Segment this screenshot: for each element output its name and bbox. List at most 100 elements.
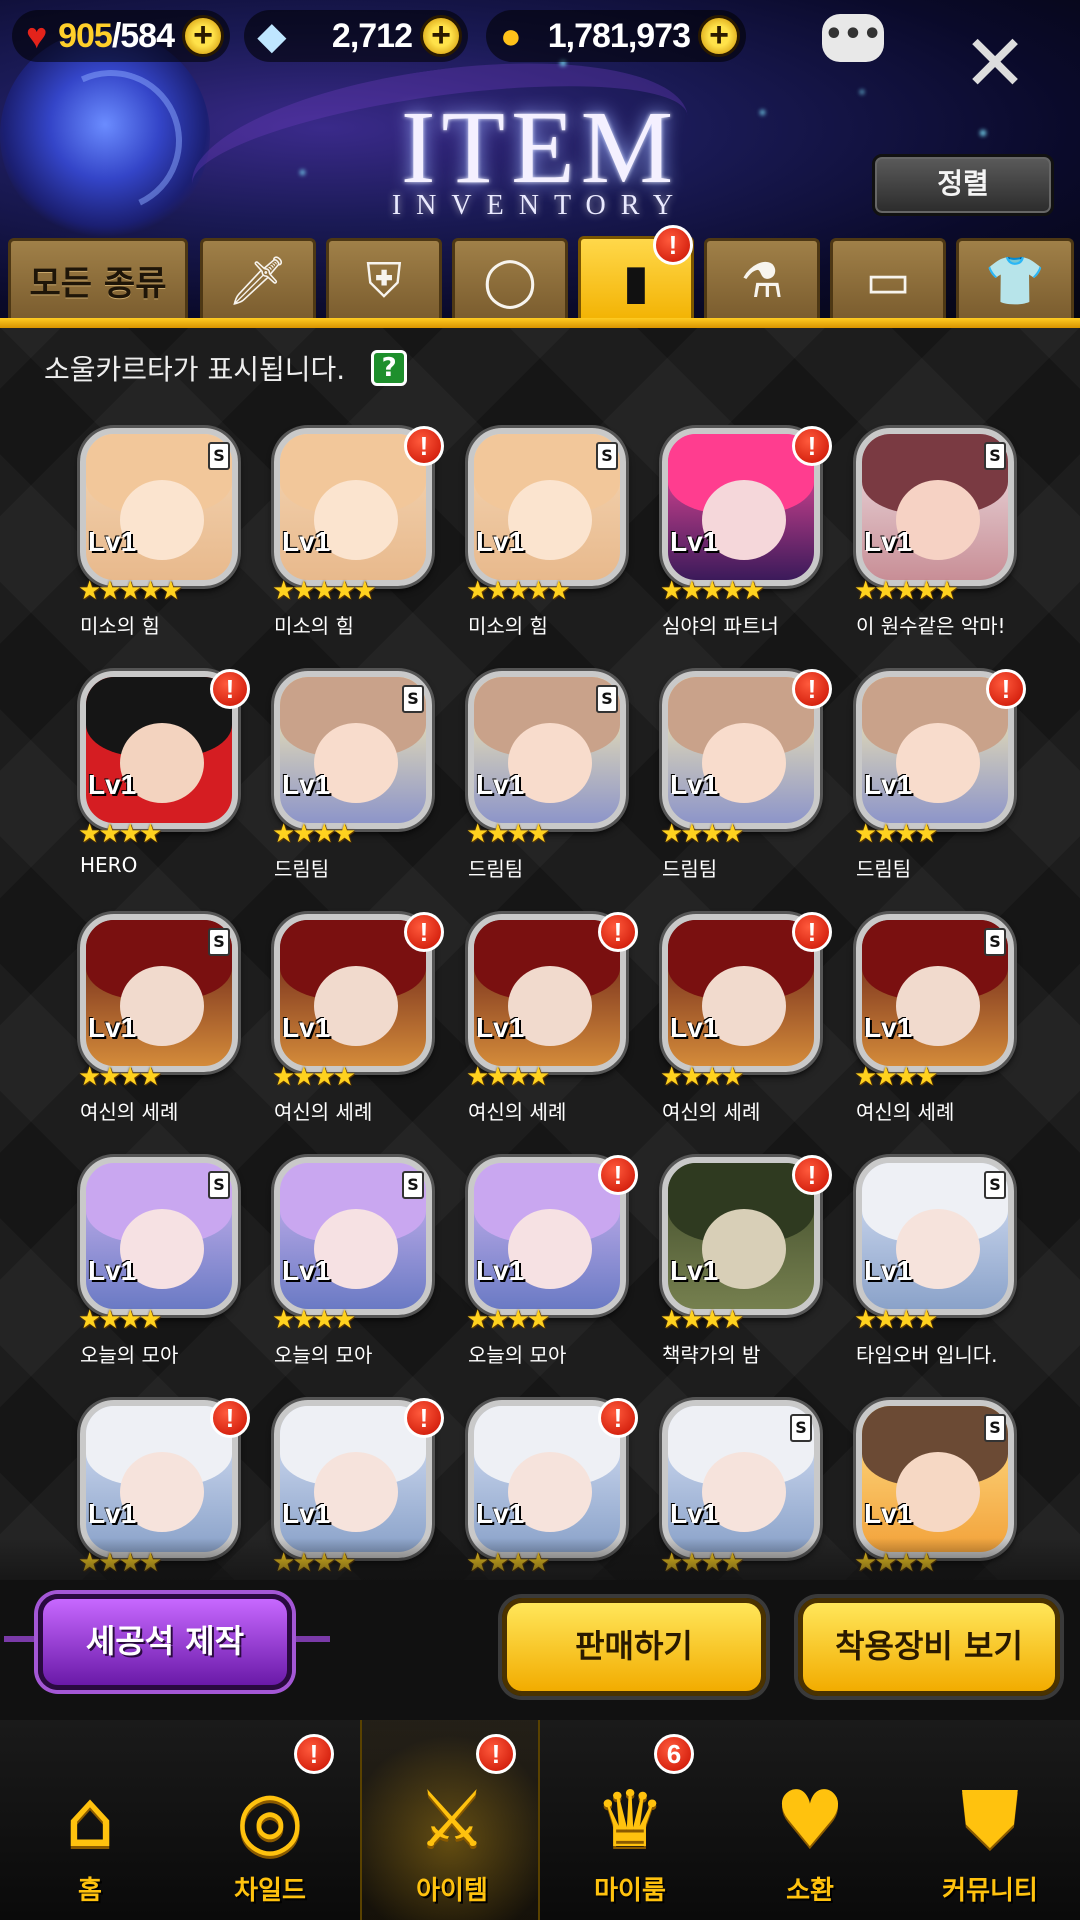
card-name: 오늘의 모아 (274, 1343, 373, 1367)
tab-weapon[interactable]: 🗡 (200, 238, 316, 320)
soul-card-item[interactable]: Lv1 S ★★★★★ 이 원수같은 악마! (850, 428, 1020, 648)
new-alert-badge: ! (404, 912, 444, 952)
bottom-nav: ⌂ 홈 ◎ 차일드 ! ⚔ 아이템 ! ♛ 마이룸 6 ♥ 소환 ⛊ 커뮤니티 (0, 1720, 1080, 1920)
tab-card[interactable]: ▭ (830, 238, 946, 320)
soul-card-item[interactable]: Lv1 ★★★★ 책략가의 밤! (656, 1155, 832, 1377)
soul-card-item[interactable]: Lv1 S ★★★★★ 미소의 힘 (462, 428, 632, 648)
soul-card-tag-icon: S (402, 685, 424, 713)
card-stars: ★★★★ (466, 819, 550, 849)
card-name: 이 원수같은 악마! (856, 614, 1006, 638)
nav-community[interactable]: ⛊ 커뮤니티 (900, 1720, 1080, 1920)
soul-card-item[interactable]: Lv1 ★★★★ 드림팀! (656, 669, 832, 891)
soul-card-item[interactable]: Lv1 ★★★★★ 심야의 파트너! (656, 426, 832, 648)
nav-myroom-label: 마이룸 (594, 1876, 666, 1906)
child-flame-icon: ◎ (235, 1775, 305, 1865)
gold-coin-icon: ● (500, 15, 522, 56)
card-stars: ★★★★★ (466, 576, 571, 606)
card-level: Lv1 (282, 1498, 331, 1529)
card-level: Lv1 (88, 1498, 137, 1529)
inventory-grid-area[interactable]: 소울카르타가 표시됩니다. ? Lv1 S ★★★★★ 미소의 힘 Lv1 ★★★★★ 미소… (0, 328, 1080, 1600)
new-alert-badge: ! (792, 1155, 832, 1195)
card-level: Lv1 (476, 526, 525, 557)
nav-myroom[interactable]: ♛ 마이룸 6 (540, 1720, 720, 1920)
soul-card-item[interactable]: Lv1 ★★★★★ 미소의 힘! (268, 426, 444, 648)
card-level: Lv1 (476, 1012, 525, 1043)
tab-accessory[interactable]: ◯ (452, 238, 568, 320)
card-level: Lv1 (670, 1255, 719, 1286)
stamina-max: /584 (111, 16, 175, 55)
add-gold-button[interactable]: + (698, 15, 740, 57)
category-tabs: 모든 종류 🗡 ⛨ ◯ ▮ ! ⚗ ▭ 👕 (0, 225, 1080, 328)
soul-card-tag-icon: S (984, 928, 1006, 956)
card-name: 타임오버 입니다. (856, 1343, 998, 1367)
soul-card-item[interactable]: Lv1 S ★★★★ 오늘의 모아 (74, 1157, 244, 1377)
sell-button[interactable]: 판매하기 (502, 1598, 766, 1696)
card-level: Lv1 (476, 769, 525, 800)
tab-armor[interactable]: ⛨ (326, 238, 442, 320)
gem-counter: ◆ 2,712 + (244, 10, 468, 62)
soul-card-item[interactable]: Lv1 ★★★★ HERO! (74, 669, 250, 891)
nav-item[interactable]: ⚔ 아이템 ! (360, 1720, 540, 1920)
card-name: 드림팀 (274, 857, 330, 881)
card-stars: ★★★★ (660, 819, 744, 849)
soul-card-item[interactable]: Lv1 S ★★★★ 드림팀 (268, 671, 438, 891)
chat-icon[interactable]: ••• (822, 14, 884, 62)
card-stars: ★★★★ (660, 1062, 744, 1092)
view-equipped-button[interactable]: 착용장비 보기 (798, 1598, 1060, 1696)
card-name: 오늘의 모아 (80, 1343, 179, 1367)
soul-card-item[interactable]: Lv1 S ★★★★ 오늘의 모아 (268, 1157, 438, 1377)
card-level: Lv1 (864, 1255, 913, 1286)
nav-item-label: 아이템 (416, 1876, 488, 1906)
card-level: Lv1 (864, 1498, 913, 1529)
gem-icon: ◆ (258, 15, 286, 56)
soul-card-item[interactable]: Lv1 ★★★★ 드림팀! (850, 669, 1026, 891)
nav-summon[interactable]: ♥ 소환 (720, 1720, 900, 1920)
info-text: 소울카르타가 표시됩니다. (44, 353, 346, 386)
soul-card-tag-icon: S (790, 1414, 812, 1442)
card-level: Lv1 (670, 526, 719, 557)
card-name: 미소의 힘 (80, 614, 160, 638)
item-sword-shield-icon: ⚔ (417, 1775, 487, 1865)
soul-card-item[interactable]: Lv1 ★★★★ 여신의 세례! (462, 912, 638, 1134)
soul-card-item[interactable]: Lv1 S ★★★★ 타임오버 입니다. (850, 1157, 1020, 1377)
tab-all-types[interactable]: 모든 종류 (8, 238, 188, 320)
card-stars: ★★★★ (78, 819, 162, 849)
card-stars: ★★★★ (272, 819, 356, 849)
soul-card-tag-icon: S (208, 928, 230, 956)
tab-consumable[interactable]: ⚗ (704, 238, 820, 320)
soul-card-tag-icon: S (596, 442, 618, 470)
card-stars: ★★★★ (660, 1305, 744, 1335)
nav-child-label: 차일드 (234, 1876, 306, 1906)
tab-costume[interactable]: 👕 (956, 238, 1074, 320)
soul-card-item[interactable]: Lv1 ★★★★ 여신의 세례! (268, 912, 444, 1134)
nav-home[interactable]: ⌂ 홈 (0, 1720, 180, 1920)
tab-soul-card[interactable]: ▮ ! (578, 225, 694, 324)
new-alert-badge: ! (792, 426, 832, 466)
craft-gem-button[interactable]: 세공석 제작 (38, 1594, 292, 1690)
gold-counter: ● 1,781,973 + (486, 10, 746, 62)
nav-child-alert: ! (294, 1734, 334, 1774)
card-level: Lv1 (282, 769, 331, 800)
card-level: Lv1 (88, 526, 137, 557)
soul-card-item[interactable]: Lv1 S ★★★★ 여신의 세례 (850, 914, 1020, 1134)
add-gem-button[interactable]: + (420, 15, 462, 57)
soul-card-icon: ▮ (622, 253, 650, 310)
sort-button[interactable]: 정렬 (872, 154, 1054, 216)
soul-card-item[interactable]: Lv1 S ★★★★ 여신의 세례 (74, 914, 244, 1134)
card-stars: ★★★★ (854, 819, 938, 849)
soul-card-item[interactable]: Lv1 ★★★★ 오늘의 모아! (462, 1155, 638, 1377)
soul-card-item[interactable]: Lv1 ★★★★ 여신의 세례! (656, 912, 832, 1134)
help-button[interactable]: ? (371, 350, 408, 386)
soul-card-item[interactable]: Lv1 S ★★★★★ 미소의 힘 (74, 428, 244, 648)
card-stars: ★★★★ (466, 1062, 550, 1092)
nav-child[interactable]: ◎ 차일드 ! (180, 1720, 360, 1920)
new-alert-badge: ! (598, 1398, 638, 1438)
card-stars: ★★★★ (272, 1062, 356, 1092)
add-stamina-button[interactable]: + (182, 15, 224, 57)
soul-card-item[interactable]: Lv1 S ★★★★ 드림팀 (462, 671, 632, 891)
heart-icon: ♥ (26, 15, 48, 56)
soul-card-tag-icon: S (208, 1171, 230, 1199)
nav-summon-label: 소환 (786, 1876, 834, 1906)
community-shield-icon: ⛊ (960, 1775, 1020, 1865)
card-level: Lv1 (88, 1255, 137, 1286)
